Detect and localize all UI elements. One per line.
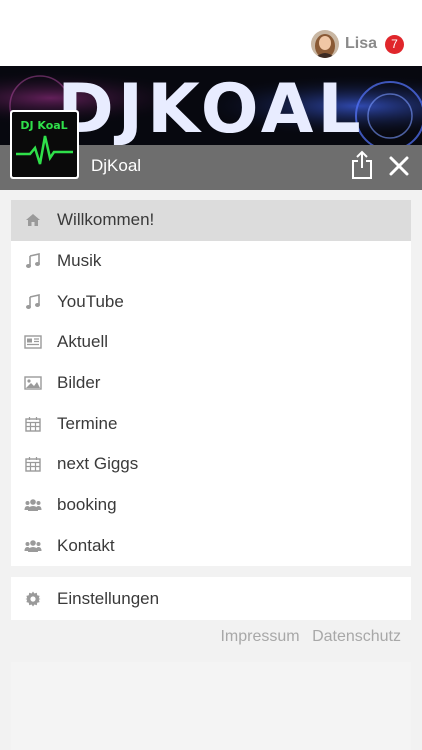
user-name: Lisa [344, 35, 377, 52]
menu-item-label: Bilder [57, 373, 101, 393]
music-note-icon [24, 252, 42, 270]
users-icon [24, 537, 42, 555]
calendar-icon [24, 415, 42, 433]
menu-item-bilder[interactable]: Bilder [11, 363, 411, 404]
users-icon [24, 496, 42, 514]
settings-label: Einstellungen [57, 589, 160, 608]
banner-text: DJKOAL [57, 70, 364, 146]
menu-item-label: Willkommen! [57, 210, 155, 230]
impressum-link[interactable]: Impressum [220, 628, 299, 645]
user-profile[interactable]: Lisa 7 [310, 30, 404, 58]
share-icon [350, 150, 374, 184]
menu-item-label: Aktuell [57, 332, 109, 352]
menu-item-label: Termine [57, 413, 118, 433]
home-icon [24, 211, 42, 229]
close-button[interactable] [388, 155, 410, 177]
music-note-icon [24, 293, 42, 311]
menu-item-label: next Giggs [57, 454, 139, 474]
notification-badge[interactable]: 7 [385, 34, 404, 54]
empty-panel [11, 662, 411, 750]
menu-item-musik[interactable]: Musik [11, 241, 411, 282]
gear-icon [24, 590, 42, 608]
menu-item-label: Kontakt [57, 535, 115, 555]
app-logo: DJ KoaL [10, 110, 79, 179]
newspaper-icon [24, 333, 42, 351]
menu-item-termine[interactable]: Termine [11, 403, 411, 444]
menu-item-youtube[interactable]: YouTube [11, 281, 411, 322]
menu-item-aktuell[interactable]: Aktuell [11, 322, 411, 363]
menu-item-booking[interactable]: booking [11, 485, 411, 526]
menu-item-label: YouTube [57, 291, 124, 311]
share-button[interactable] [350, 150, 374, 180]
menu-item-willkommen[interactable]: Willkommen! [11, 200, 411, 241]
datenschutz-link[interactable]: Datenschutz [312, 628, 401, 645]
page-title: DjKoal [91, 156, 142, 175]
navigation-menu: Willkommen! Musik YouTube Aktuell Bilder… [11, 200, 411, 566]
menu-item-label: Musik [57, 251, 102, 271]
avatar[interactable] [310, 30, 339, 58]
calendar-icon [24, 455, 42, 473]
footer-links: Impressum Datenschutz [212, 628, 401, 646]
image-icon [24, 374, 42, 392]
menu-item-label: booking [57, 495, 117, 515]
settings-item[interactable]: Einstellungen [11, 577, 411, 620]
menu-item-kontakt[interactable]: Kontakt [11, 526, 411, 567]
top-bar: Lisa 7 [0, 0, 422, 66]
logo-text: DJ KoaL [20, 119, 67, 132]
menu-item-next-giggs[interactable]: next Giggs [11, 444, 411, 485]
close-icon [388, 156, 410, 181]
